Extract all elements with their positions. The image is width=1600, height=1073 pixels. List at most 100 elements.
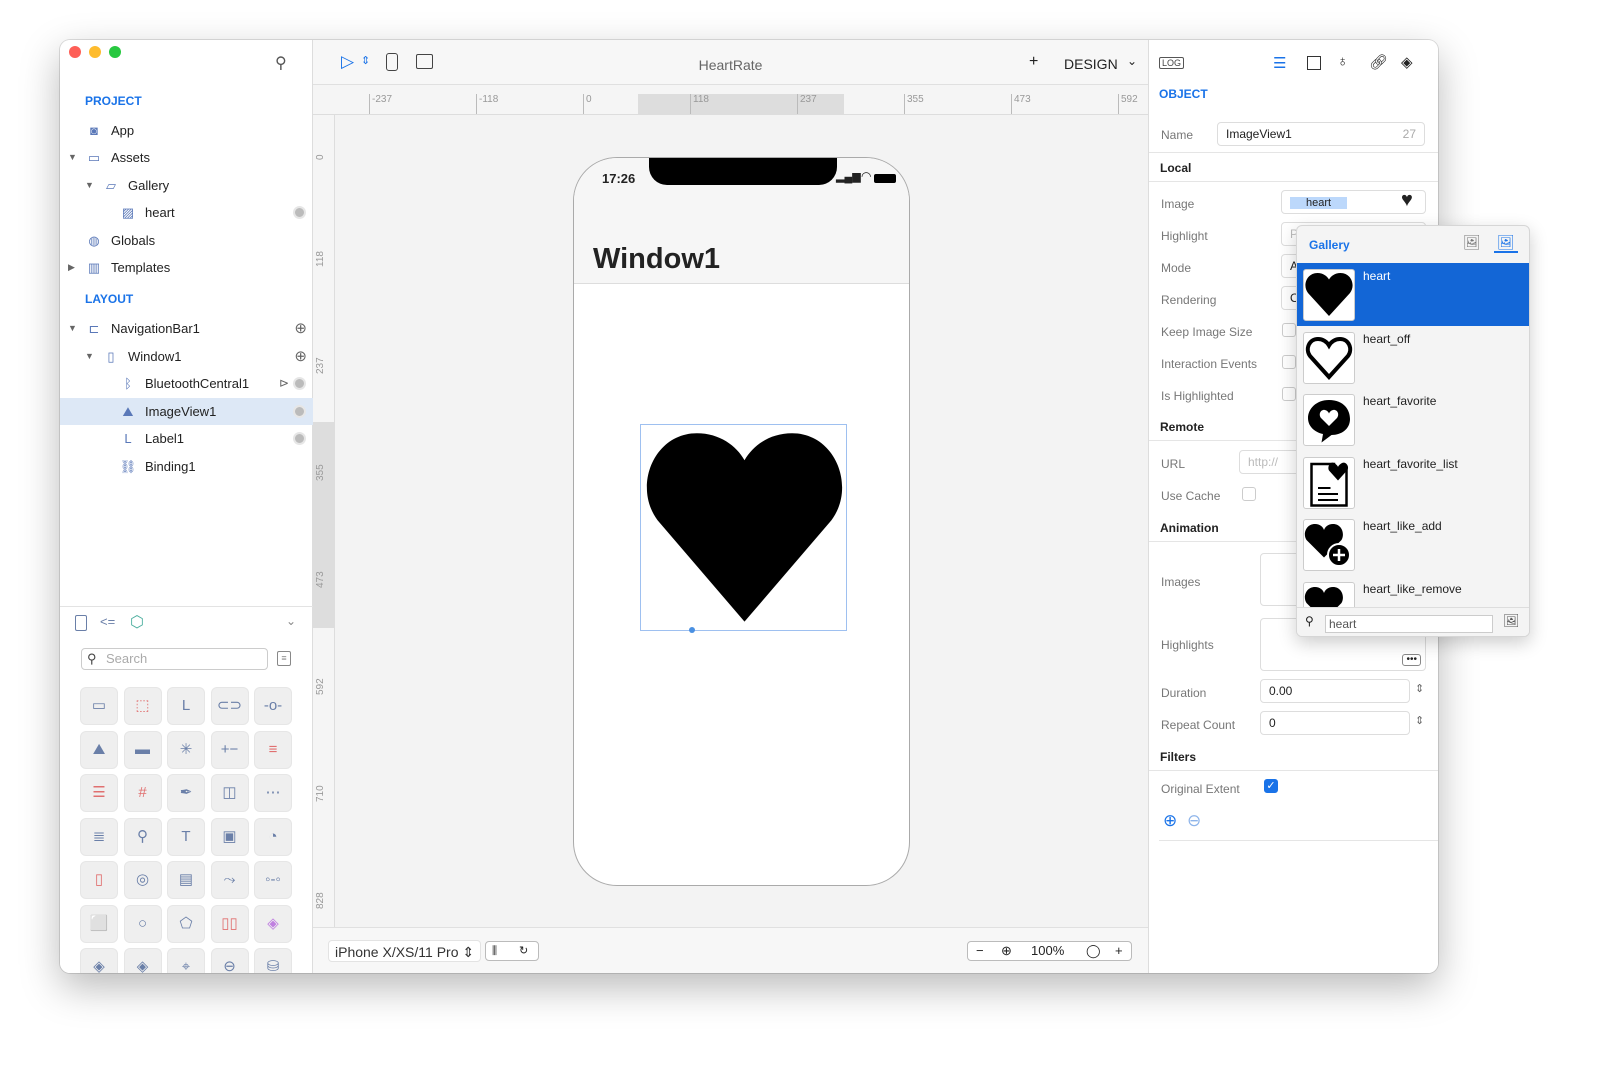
library-item[interactable]: ⚲ [123,817,162,856]
library-item[interactable]: ⬜ [80,904,118,943]
library-item[interactable]: ⛁ [254,948,292,973]
navigation-tab-icon[interactable]: <= [100,614,115,629]
add-child-icon[interactable]: ⊕ [294,343,307,370]
library-item[interactable]: -o- [254,687,292,725]
name-input[interactable]: ImageView1 27 [1217,122,1425,146]
gallery-search-input[interactable]: heart [1325,615,1493,633]
library-item[interactable]: ⌖ [167,948,205,973]
library-item[interactable]: ▬ [123,730,162,769]
tree-item-globals[interactable]: ◍ Globals [60,227,313,254]
library-item[interactable]: ◦-◦ [254,861,292,899]
add-child-icon[interactable]: ⊕ [294,315,307,342]
add-button[interactable]: + [1029,53,1038,71]
library-item[interactable]: ⊖ [210,948,249,973]
layout-item-navigationbar1[interactable]: ▼ ⊏ NavigationBar1 ⊕ [60,315,313,342]
rotate-icon[interactable]: ↻ [519,942,528,960]
tree-item-templates[interactable]: ▶ ▥ Templates [60,254,313,281]
layout-item-imageview1[interactable]: ⛰ ImageView1 [60,397,313,425]
is-highlighted-checkbox[interactable] [1282,387,1296,401]
library-item[interactable]: ▭ [80,687,118,725]
library-item[interactable]: ≣ [80,817,118,856]
disclosure-open-icon[interactable]: ▼ [85,172,94,199]
layout-item-label1[interactable]: L Label1 [60,425,313,452]
zoom-in-button[interactable]: + [1115,942,1123,960]
duration-stepper[interactable]: ⇕ [1415,682,1424,695]
tree-item-gallery[interactable]: ▼ ▱ Gallery [60,172,313,199]
image-tab-icon[interactable]: 🖼︎ [1463,234,1481,251]
library-item[interactable]: ▣ [210,817,249,856]
library-item[interactable]: ≡ [254,730,292,769]
library-item[interactable]: # [123,774,162,812]
library-item[interactable]: ✳ [167,730,205,769]
image-view-selected[interactable] [640,424,847,633]
cube-tab-icon[interactable]: ⬡ [130,612,144,632]
mode-selector[interactable]: DESIGN [1064,56,1118,72]
library-item[interactable]: ◔ [254,817,292,856]
zoom-out-button[interactable]: − [976,942,984,960]
disclosure-open-icon[interactable]: ▼ [68,144,77,171]
library-item[interactable]: ⤳ [210,861,249,899]
close-window-button[interactable] [69,46,81,58]
layout-item-bluetoothcentral1[interactable]: ᛒ BluetoothCentral1 ⊳ [60,370,313,397]
library-item[interactable]: ▤ [167,861,205,899]
interaction-events-checkbox[interactable] [1282,355,1296,369]
library-item[interactable]: ⛰ [80,730,118,769]
tree-item-assets[interactable]: ▼ ▭ Assets [60,144,313,171]
library-item[interactable]: ◈ [254,904,292,943]
style-tab-icon[interactable]: ♁ [1337,53,1348,70]
repeat-count-input[interactable]: 0 [1260,711,1410,735]
zoom-window-button[interactable] [109,46,121,58]
library-item[interactable]: T [167,817,205,856]
library-item[interactable]: ▯ [80,861,118,899]
window-tab-icon[interactable] [75,615,87,631]
chevron-down-icon[interactable]: ⌄ [286,614,296,628]
gallery-item[interactable]: heart [1297,263,1529,326]
gallery-tab-icon[interactable]: 🖼︎ [1494,234,1518,253]
library-item[interactable]: ☰ [80,774,118,812]
use-cache-checkbox[interactable] [1242,487,1256,501]
disclosure-open-icon[interactable]: ▼ [85,343,94,370]
heart-preview-icon[interactable]: ♥ [1401,189,1413,212]
link-tab-icon[interactable]: 🔗︎ [1369,53,1388,71]
library-item[interactable]: ⋯ [254,774,292,812]
list-view-icon[interactable]: ≡ [277,651,291,666]
zoom-fit-icon[interactable]: ⊕ [1001,942,1012,960]
properties-tab-icon[interactable]: ☰ [1273,54,1286,72]
device-selector[interactable]: iPhone X/XS/11 Pro ⇕ [328,940,482,962]
add-filter-icon[interactable]: ⊕ [1163,811,1177,831]
preview-tab-icon[interactable]: ◈ [1401,53,1413,71]
minimize-window-button[interactable] [89,46,101,58]
disclosure-closed-icon[interactable]: ▶ [68,254,75,281]
library-item[interactable]: ◎ [123,861,162,899]
align-icon[interactable]: ⫼ [492,942,497,960]
log-button[interactable]: LOG [1159,57,1185,69]
duration-input[interactable]: 0.00 [1260,679,1410,703]
gallery-item[interactable]: heart_favorite_list [1297,451,1529,514]
tree-item-heart[interactable]: ▨ heart [60,199,313,226]
remove-filter-icon[interactable]: ⊖ [1187,811,1201,831]
play-icon[interactable]: ⊳ [279,370,289,397]
library-search-input[interactable]: ⚲ Search [81,648,268,670]
more-icon[interactable]: ••• [1402,654,1421,666]
library-item[interactable]: ✒ [167,774,205,812]
library-item[interactable]: ⬚ [123,687,162,725]
library-item[interactable]: +− [210,730,249,769]
tree-item-app[interactable]: ◙ App [60,117,313,144]
gallery-item[interactable]: heart_favorite [1297,388,1529,451]
original-extent-checkbox[interactable]: ✓ [1264,779,1278,793]
library-item[interactable]: ⬠ [167,904,205,943]
frame-tab-icon[interactable] [1307,56,1321,70]
chevron-down-icon[interactable]: ⌄ [1127,54,1137,68]
library-item[interactable]: ◈ [80,948,118,973]
layout-item-binding1[interactable]: ⛓ Binding1 [60,453,313,480]
library-item[interactable]: L [167,687,205,725]
zoom-actual-icon[interactable]: ◯ [1086,942,1101,960]
library-item[interactable]: ○ [123,904,162,943]
layout-item-window1[interactable]: ▼ ▯ Window1 ⊕ [60,343,313,370]
repeat-count-stepper[interactable]: ⇕ [1415,714,1424,727]
keep-image-size-checkbox[interactable] [1282,323,1296,337]
library-item[interactable]: ⊂⊃ [210,687,249,725]
resize-handle[interactable] [689,627,695,633]
library-item[interactable]: ◈ [123,948,162,973]
add-image-icon[interactable]: 🖼︎ [1503,613,1520,629]
